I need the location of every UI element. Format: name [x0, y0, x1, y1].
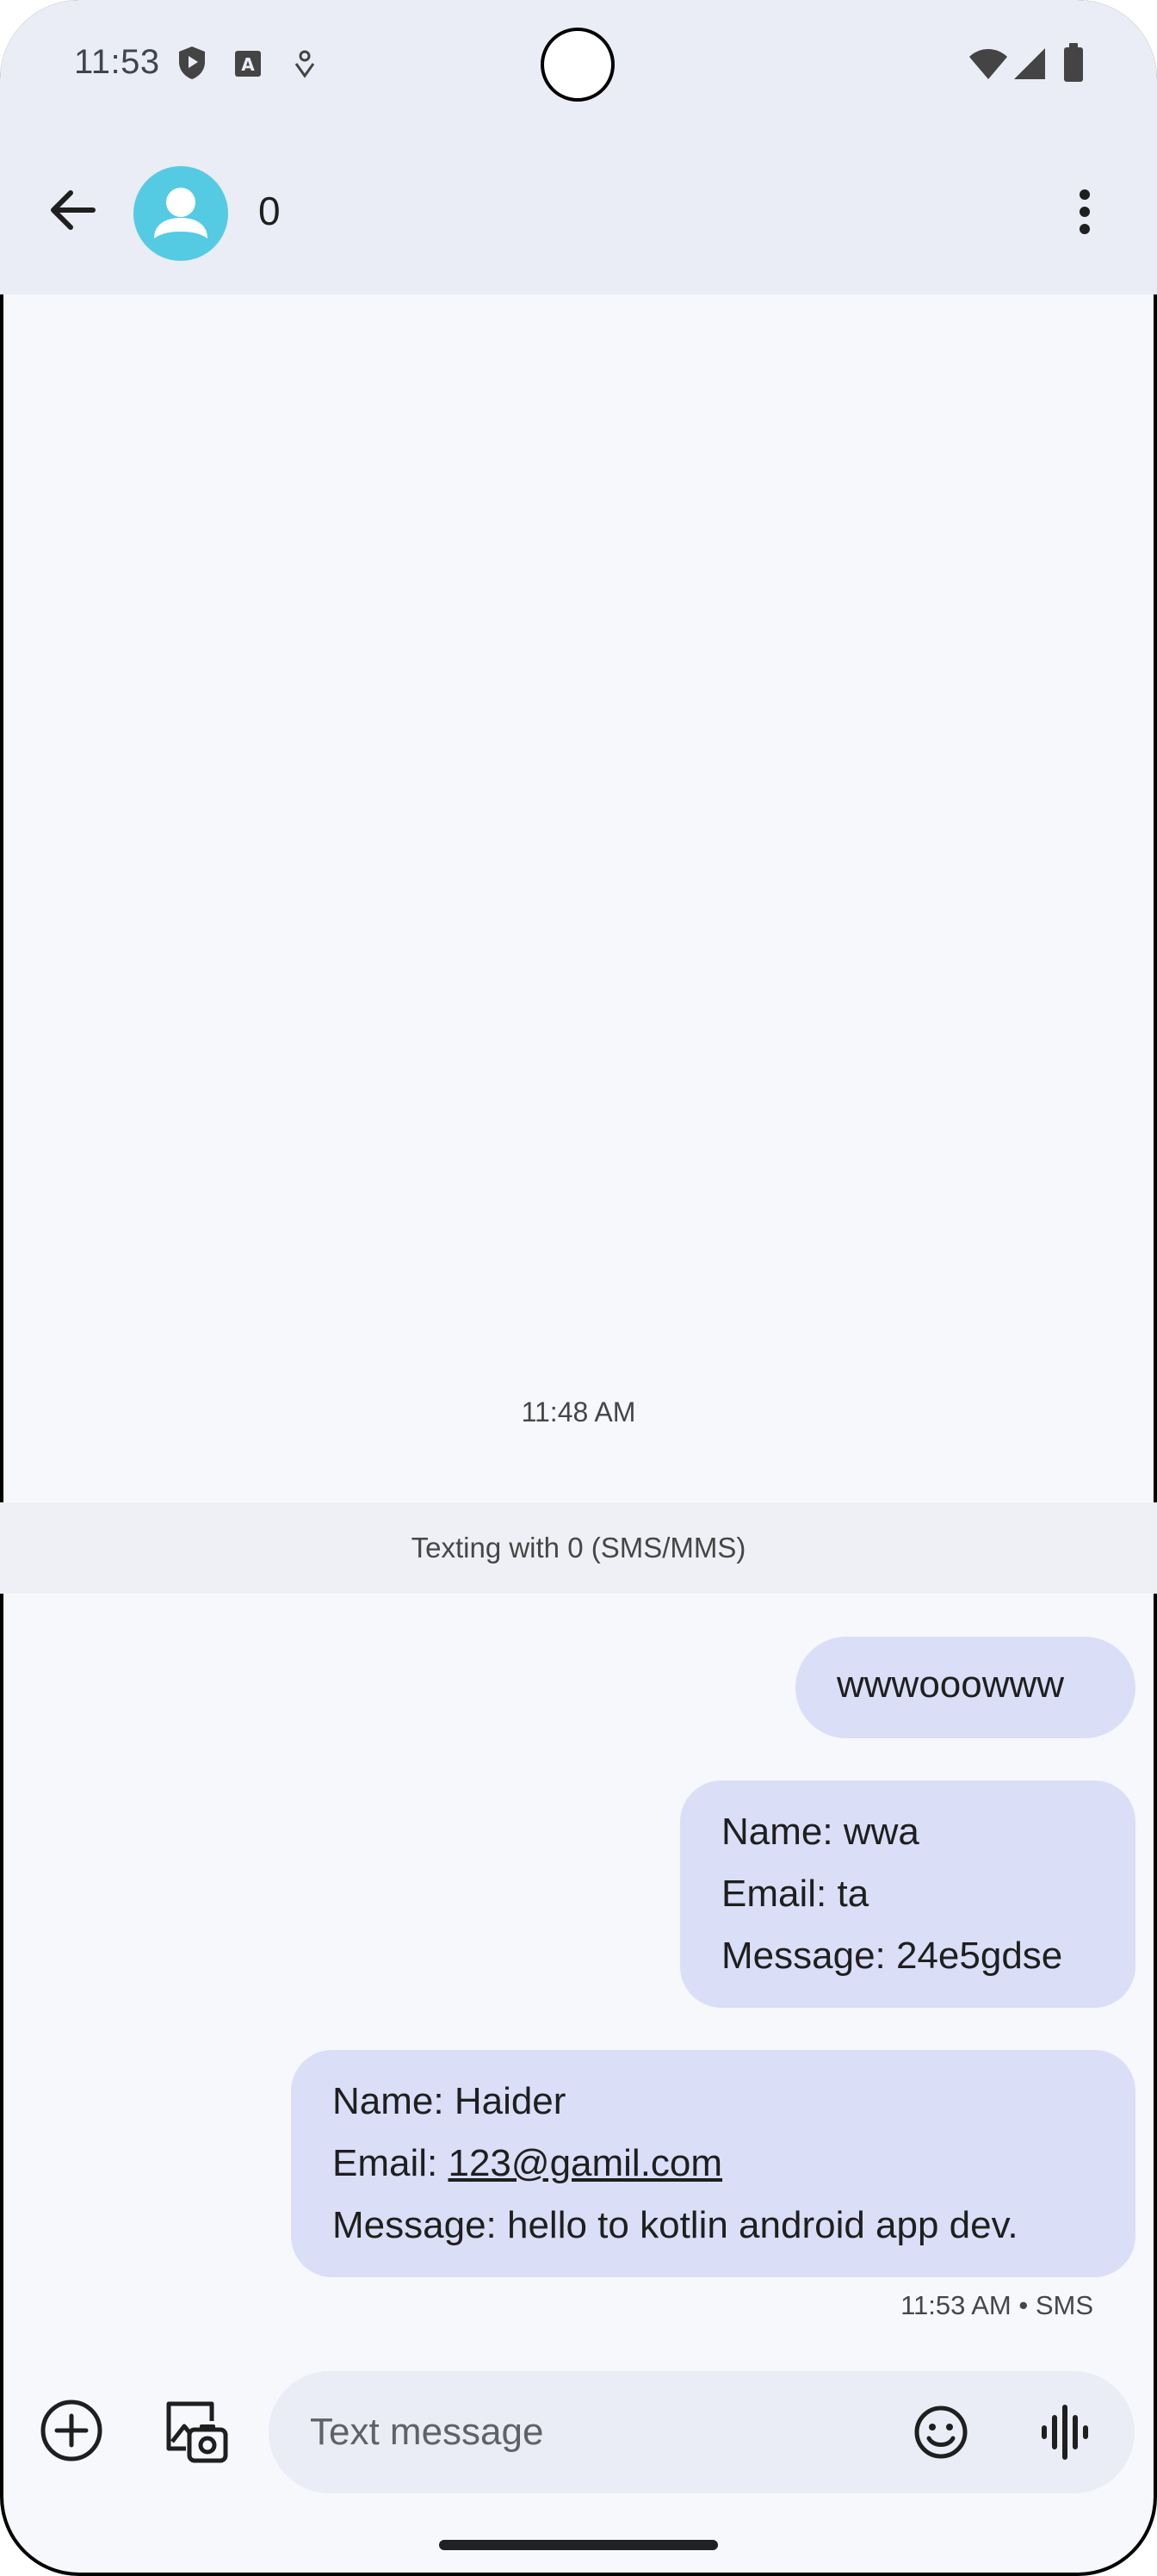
status-time: 11:53	[74, 43, 160, 81]
phone-screen: 11:53 A 0 11:48 AM Texting with 0 (SMS/M…	[0, 0, 1157, 2576]
svg-text:A: A	[241, 54, 255, 75]
back-arrow-icon[interactable]	[43, 181, 102, 239]
play-protect-icon	[179, 46, 205, 79]
message-line: Email: ta	[721, 1873, 869, 1915]
battery-icon	[1064, 43, 1083, 82]
signal-icon	[1014, 48, 1045, 79]
message-bubble-3[interactable]: Name: Haider Email: 123@gamil.com Messag…	[291, 2050, 1135, 2277]
wifi-icon	[969, 49, 1007, 79]
message-line: Email: 123@gamil.com	[332, 2133, 1094, 2195]
email-label: Email:	[332, 2142, 449, 2184]
message-line: Name: wwa	[721, 1811, 919, 1853]
message-status: 11:53 AM • SMS	[900, 2290, 1093, 2320]
message-text: wwwooowww	[837, 1663, 1065, 1706]
voice-waveform-icon[interactable]	[1035, 2402, 1095, 2462]
location-pin-icon	[294, 50, 315, 78]
message-line: Message: 24e5gdse	[721, 1935, 1063, 1977]
front-camera	[541, 28, 615, 102]
home-indicator[interactable]	[439, 2540, 718, 2550]
message-line: Message: hello to kotlin android app dev…	[332, 2204, 1018, 2246]
texting-info-banner: Texting with 0 (SMS/MMS)	[0, 1502, 1157, 1594]
more-options-icon[interactable]	[1064, 183, 1105, 241]
a-text-icon: A	[235, 51, 261, 77]
emoji-icon[interactable]	[913, 2404, 969, 2461]
email-link[interactable]: 123@gamil.com	[448, 2142, 722, 2184]
message-input-field[interactable]: Text message	[269, 2371, 1135, 2493]
message-bubble-1[interactable]: wwwooowww	[795, 1637, 1135, 1738]
texting-info-text: Texting with 0 (SMS/MMS)	[411, 1532, 746, 1564]
gallery-camera-icon[interactable]	[160, 2397, 229, 2466]
message-bubble-2[interactable]: Name: wwa Email: ta Message: 24e5gdse	[680, 1780, 1135, 2008]
message-input-placeholder: Text message	[310, 2411, 544, 2453]
person-icon	[154, 188, 207, 238]
message-line: Name: Haider	[332, 2080, 566, 2122]
conversation-timestamp: 11:48 AM	[521, 1396, 636, 1427]
contact-avatar[interactable]	[133, 166, 228, 261]
add-attachment-icon[interactable]	[38, 2397, 105, 2464]
contact-name[interactable]: 0	[258, 188, 281, 234]
